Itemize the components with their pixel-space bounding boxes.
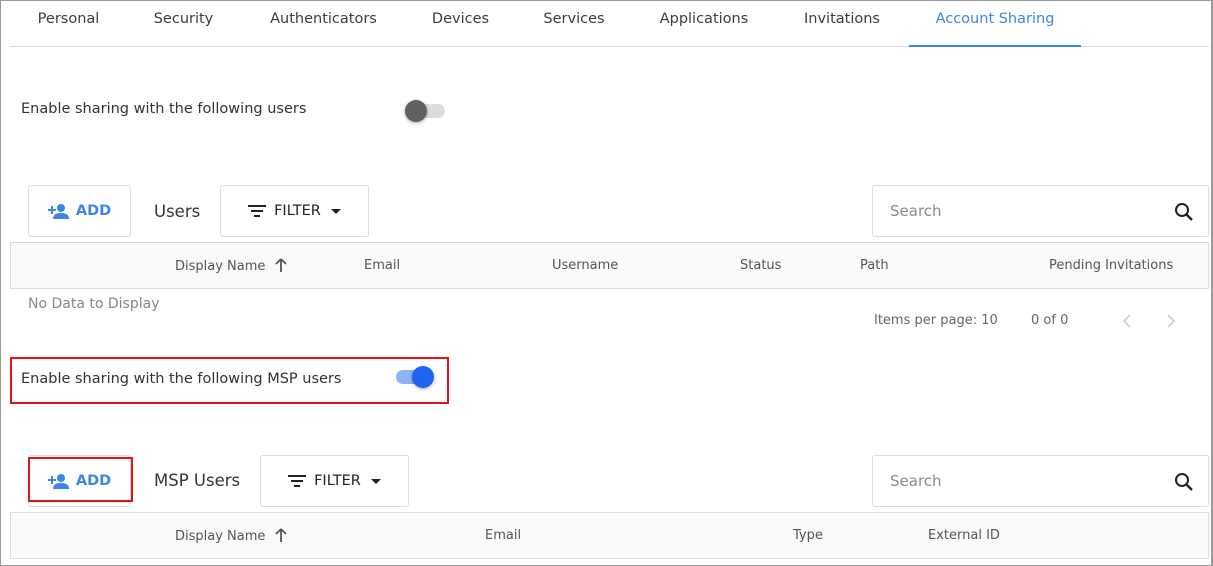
users-title: Users <box>154 202 201 221</box>
caret-down-icon <box>330 208 341 214</box>
chevron-right-icon[interactable] <box>1166 314 1176 328</box>
add-user-button[interactable]: ADD <box>28 185 131 237</box>
tab-devices[interactable]: Devices <box>407 1 514 47</box>
column-display-name[interactable]: Display Name <box>175 258 287 274</box>
msp-search-box <box>872 455 1209 507</box>
column-email[interactable]: Email <box>364 258 400 273</box>
page-range: 0 of 0 <box>1031 313 1069 328</box>
tab-authenticators[interactable]: Authenticators <box>240 1 407 47</box>
column-path[interactable]: Path <box>860 258 889 273</box>
filter-button-label: FILTER <box>314 473 361 489</box>
users-search-box <box>872 185 1209 237</box>
tab-invitations[interactable]: Invitations <box>774 1 910 47</box>
tab-personal[interactable]: Personal <box>10 1 127 47</box>
caret-down-icon <box>370 478 381 484</box>
toggle-knob <box>405 100 427 122</box>
filter-lines-icon <box>288 475 307 487</box>
users-sharing-toggle[interactable] <box>405 99 447 123</box>
tab-security[interactable]: Security <box>127 1 240 47</box>
column-status[interactable]: Status <box>740 258 781 273</box>
msp-sharing-label: Enable sharing with the following MSP us… <box>21 371 342 387</box>
column-email[interactable]: Email <box>485 528 521 543</box>
filter-lines-icon <box>248 205 267 217</box>
toggle-knob <box>412 366 434 388</box>
arrow-up-icon <box>274 258 287 272</box>
users-table-header: Display Name Email Username Status Path … <box>10 242 1209 289</box>
add-msp-user-button[interactable]: ADD <box>28 455 131 507</box>
tab-account-sharing[interactable]: Account Sharing <box>909 1 1081 47</box>
add-button-label: ADD <box>75 203 112 219</box>
users-search-input[interactable] <box>873 186 1208 236</box>
empty-table-message: No Data to Display <box>28 296 160 312</box>
tab-applications[interactable]: Applications <box>634 1 774 47</box>
column-display-name[interactable]: Display Name <box>175 528 287 544</box>
msp-users-title: MSP Users <box>154 471 241 490</box>
tab-bar: Personal Security Authenticators Devices… <box>10 1 1209 47</box>
tab-services[interactable]: Services <box>514 1 634 47</box>
person-add-icon <box>47 204 69 219</box>
column-external-id[interactable]: External ID <box>928 528 1000 543</box>
column-label: Display Name <box>175 259 266 274</box>
person-add-icon <box>47 474 69 489</box>
account-sharing-panel: Personal Security Authenticators Devices… <box>0 0 1213 566</box>
arrow-up-icon <box>274 528 287 542</box>
chevron-left-icon[interactable] <box>1122 314 1132 328</box>
users-sharing-label: Enable sharing with the following users <box>21 101 307 117</box>
add-button-label: ADD <box>75 473 112 489</box>
msp-table-header: Display Name Email Type External ID <box>10 512 1209 559</box>
filter-button-label: FILTER <box>274 203 321 219</box>
column-type[interactable]: Type <box>793 528 823 543</box>
items-per-page[interactable]: Items per page: 10 <box>874 313 998 328</box>
search-icon[interactable] <box>1174 472 1194 492</box>
users-filter-button[interactable]: FILTER <box>220 185 369 237</box>
msp-filter-button[interactable]: FILTER <box>260 455 409 507</box>
column-label: Display Name <box>175 529 266 544</box>
column-username[interactable]: Username <box>552 258 618 273</box>
column-pending-invitations[interactable]: Pending Invitations <box>1049 258 1173 273</box>
msp-search-input[interactable] <box>873 456 1208 506</box>
search-icon[interactable] <box>1174 202 1194 222</box>
msp-sharing-toggle[interactable] <box>392 365 434 389</box>
